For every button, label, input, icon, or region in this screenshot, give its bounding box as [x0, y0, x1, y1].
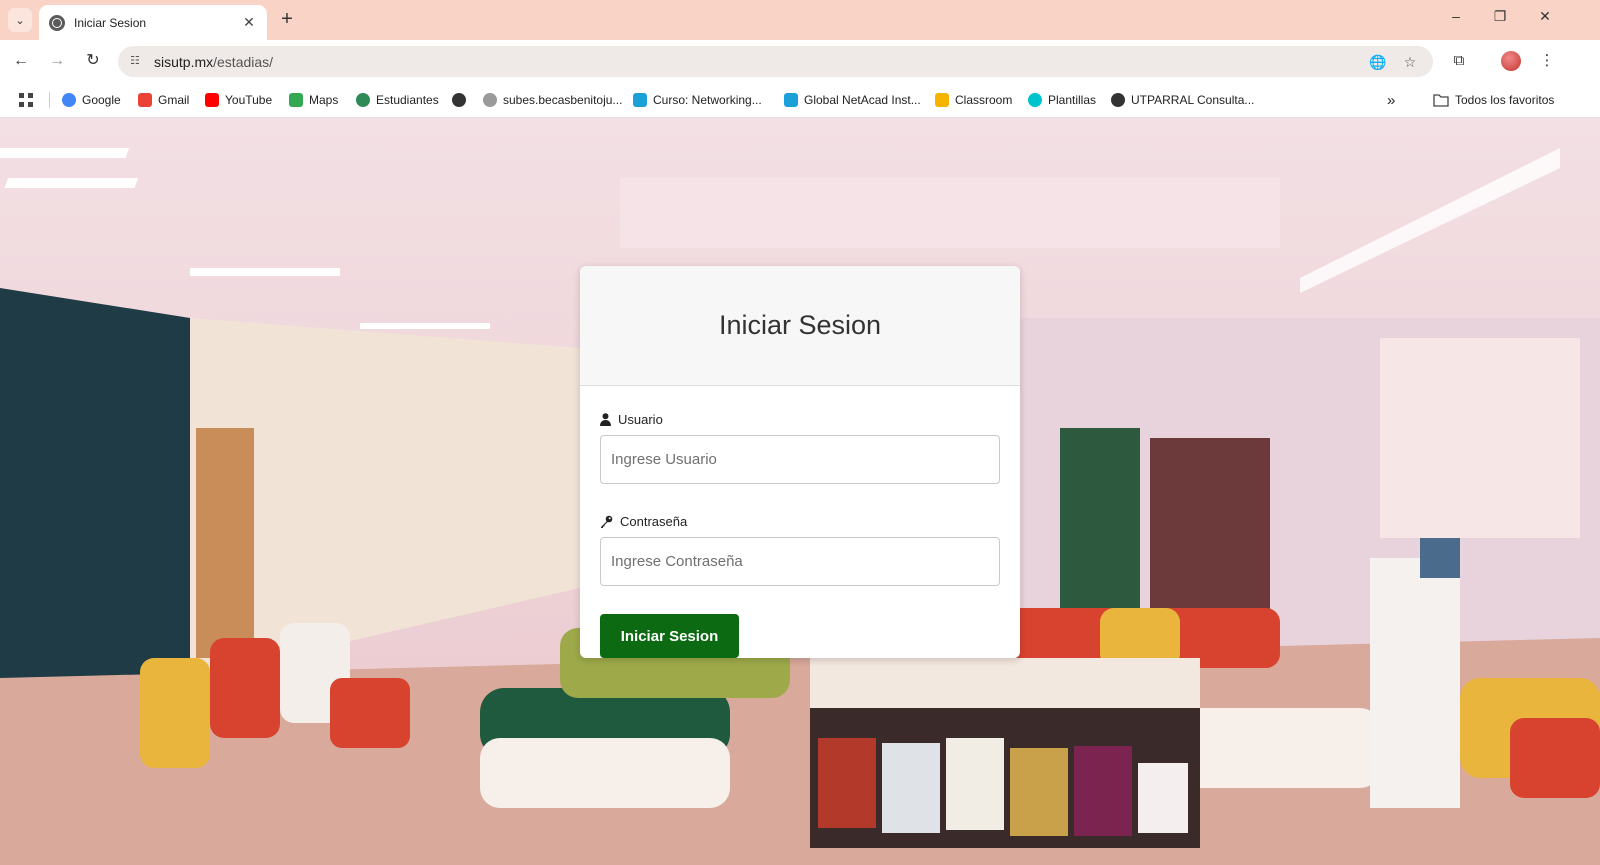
password-label: Contraseña	[600, 512, 1000, 530]
bookmark-label: Gmail	[158, 93, 190, 107]
username-input[interactable]	[600, 435, 1000, 484]
bookmark-label: UTPARRAL Consulta...	[1131, 93, 1255, 107]
login-form: Usuario Contraseña Iniciar Sesion	[580, 386, 1020, 658]
globe-icon	[452, 93, 466, 107]
bookmark-label: YouTube	[225, 93, 273, 107]
bookmark-star-icon[interactable]: ☆	[1400, 54, 1420, 71]
login-card-header: Iniciar Sesion	[580, 266, 1020, 386]
bookmark-plantillas[interactable]: Plantillas	[1028, 91, 1096, 109]
bookmark-maps[interactable]: Maps	[289, 91, 338, 109]
bookmark-label: Curso: Networking...	[653, 93, 762, 107]
close-tab-icon[interactable]: ✕	[241, 14, 257, 31]
maps-icon	[289, 93, 303, 107]
translate-icon[interactable]: 🌐	[1368, 54, 1388, 71]
bookmark-label: Google	[82, 93, 121, 107]
bookmark-label: Classroom	[955, 93, 1013, 107]
site-info-icon[interactable]: ☷	[130, 54, 148, 70]
cisco-icon	[633, 93, 647, 107]
extensions-icon[interactable]: ⧉	[1448, 50, 1470, 72]
user-icon	[600, 412, 611, 426]
bookmark-google[interactable]: Google	[62, 91, 121, 109]
more-bookmarks-icon[interactable]: »	[1387, 91, 1395, 109]
youtube-icon	[205, 93, 219, 107]
browser-toolbar: ← → ↻ ☷ sisutp.mx/estadias/ 🌐 ☆ ⧉ ⋮	[0, 40, 1600, 82]
bookmarks-divider	[49, 92, 50, 108]
folder-icon	[1433, 94, 1449, 107]
tab-search-button[interactable]: ⌄	[8, 8, 32, 32]
url-path: /estadias/	[213, 53, 274, 70]
login-card: Iniciar Sesion Usuario Contraseña Inicia…	[580, 266, 1020, 658]
user-label-text: Usuario	[618, 411, 663, 427]
apps-icon[interactable]	[18, 91, 34, 109]
password-input[interactable]	[600, 537, 1000, 586]
bookmark-label: Estudiantes	[376, 93, 439, 107]
bookmarks-bar: Google Gmail YouTube Maps Estudiantes su…	[0, 82, 1600, 118]
bookmark-global-netacad[interactable]: Global NetAcad Inst...	[784, 91, 921, 109]
bookmark-globe[interactable]	[452, 91, 472, 109]
seal-icon	[483, 93, 497, 107]
user-label: Usuario	[600, 410, 1000, 428]
bookmark-curso-networking[interactable]: Curso: Networking...	[633, 91, 762, 109]
bookmark-label: subes.becasbenitoju...	[503, 93, 623, 107]
address-bar[interactable]: ☷ sisutp.mx/estadias/	[118, 46, 1433, 77]
url-host: sisutp.mx	[154, 53, 214, 70]
key-icon	[601, 515, 613, 528]
bookmark-label: Maps	[309, 93, 339, 107]
students-icon	[356, 93, 370, 107]
tab-strip: ⌄ Iniciar Sesion ✕ + – ❐ ✕	[0, 0, 1600, 40]
close-window-button[interactable]: ✕	[1525, 8, 1565, 25]
reload-button[interactable]: ↻	[82, 50, 104, 72]
tab-active[interactable]: Iniciar Sesion ✕	[39, 5, 267, 40]
forward-button[interactable]: →	[46, 50, 68, 72]
canva-icon	[1028, 93, 1042, 107]
classroom-icon	[935, 93, 949, 107]
url-text: sisutp.mx/estadias/	[154, 54, 273, 70]
password-label-text: Contraseña	[620, 513, 688, 529]
login-submit-button[interactable]: Iniciar Sesion	[600, 614, 739, 658]
bookmark-label: Plantillas	[1048, 93, 1097, 107]
gmail-icon	[138, 93, 152, 107]
bookmark-label: Global NetAcad Inst...	[804, 93, 921, 107]
back-button[interactable]: ←	[10, 50, 32, 72]
profile-avatar[interactable]	[1501, 51, 1521, 71]
bookmark-utparral[interactable]: UTPARRAL Consulta...	[1111, 91, 1254, 109]
login-title: Iniciar Sesion	[718, 310, 882, 340]
bookmark-subes[interactable]: subes.becasbenitoju...	[483, 91, 622, 109]
all-bookmarks-label: Todos los favoritos	[1455, 93, 1555, 107]
bookmark-estudiantes[interactable]: Estudiantes	[356, 91, 439, 109]
bookmark-classroom[interactable]: Classroom	[935, 91, 1012, 109]
restore-button[interactable]: ❐	[1480, 8, 1520, 25]
minimize-button[interactable]: –	[1436, 8, 1476, 24]
tab-title: Iniciar Sesion	[74, 15, 147, 30]
new-tab-button[interactable]: +	[276, 8, 298, 30]
bookmark-gmail[interactable]: Gmail	[138, 91, 189, 109]
login-page: Iniciar Sesion Usuario Contraseña Inicia…	[0, 118, 1600, 865]
menu-icon[interactable]: ⋮	[1536, 50, 1558, 72]
globe-icon	[1111, 93, 1125, 107]
bookmark-youtube[interactable]: YouTube	[205, 91, 272, 109]
google-icon	[62, 93, 76, 107]
all-bookmarks-folder[interactable]: Todos los favoritos	[1433, 91, 1554, 109]
cisco-icon	[784, 93, 798, 107]
globe-icon	[49, 14, 65, 31]
